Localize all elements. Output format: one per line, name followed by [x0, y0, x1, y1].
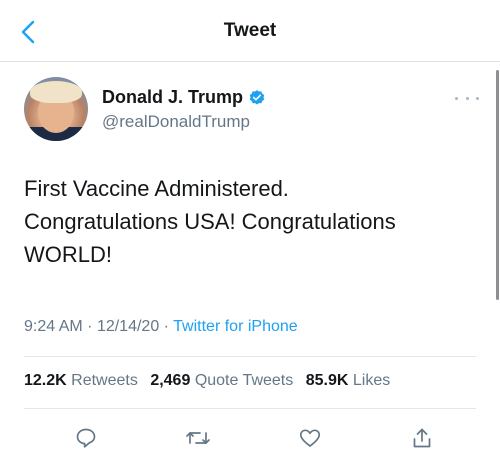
like-icon [299, 429, 321, 447]
author-handle[interactable]: @realDonaldTrump [102, 112, 250, 132]
divider [24, 408, 476, 409]
retweet-button[interactable] [184, 424, 212, 452]
author-name-row[interactable]: Donald J. Trump [102, 87, 266, 108]
tweet-line: WORLD! [24, 242, 112, 267]
like-button[interactable] [296, 424, 324, 452]
tweet-line: First Vaccine Administered. [24, 176, 289, 201]
tweet-stats: 12.2K Retweets 2,469 Quote Tweets 85.9K … [24, 372, 398, 390]
more-icon-dot [465, 96, 469, 100]
header-bar: Tweet [0, 0, 500, 62]
share-button[interactable] [408, 424, 436, 452]
tweet-date: 12/14/20 [96, 318, 160, 335]
tweet-text: First Vaccine Administered. Congratulati… [24, 172, 484, 271]
meta-separator: · [87, 318, 93, 335]
verified-icon [248, 89, 266, 107]
action-bar [0, 418, 500, 458]
header-title: Tweet [223, 20, 277, 41]
retweets-stat[interactable]: 12.2K Retweets [24, 372, 138, 389]
more-icon-dot [455, 96, 458, 100]
author-name: Donald J. Trump [102, 87, 244, 107]
quote-tweets-stat[interactable]: 2,469 Quote Tweets [150, 372, 293, 389]
share-icon [413, 428, 431, 448]
scrollbar[interactable] [496, 70, 499, 300]
likes-count: 85.9K [305, 372, 349, 389]
tweet-source-link[interactable]: Twitter for iPhone [173, 318, 298, 335]
retweets-count: 12.2K [24, 372, 67, 389]
tweet-detail-screen: Tweet Donald J. Trump @realDonaldTrump F… [0, 0, 500, 463]
quote-tweets-count: 2,469 [150, 372, 191, 389]
avatar[interactable] [24, 77, 88, 141]
tweet-meta: 9:24 AM · 12/14/20 · Twitter for iPhone [24, 318, 298, 336]
avatar-hair [30, 81, 82, 103]
retweets-label: Retweets [71, 372, 138, 389]
retweet-icon [186, 432, 210, 444]
more-options-button[interactable] [455, 92, 479, 104]
tweet-line: Congratulations USA! Congratulations [24, 209, 396, 234]
meta-separator: · [163, 318, 169, 335]
divider [24, 356, 476, 357]
more-icon-dot [476, 96, 479, 100]
tweet-time: 9:24 AM [24, 318, 83, 335]
reply-button[interactable] [72, 424, 100, 452]
likes-stat[interactable]: 85.9K Likes [306, 372, 391, 389]
likes-label: Likes [352, 372, 391, 389]
reply-icon [76, 428, 96, 448]
quote-tweets-label: Quote Tweets [194, 372, 294, 389]
